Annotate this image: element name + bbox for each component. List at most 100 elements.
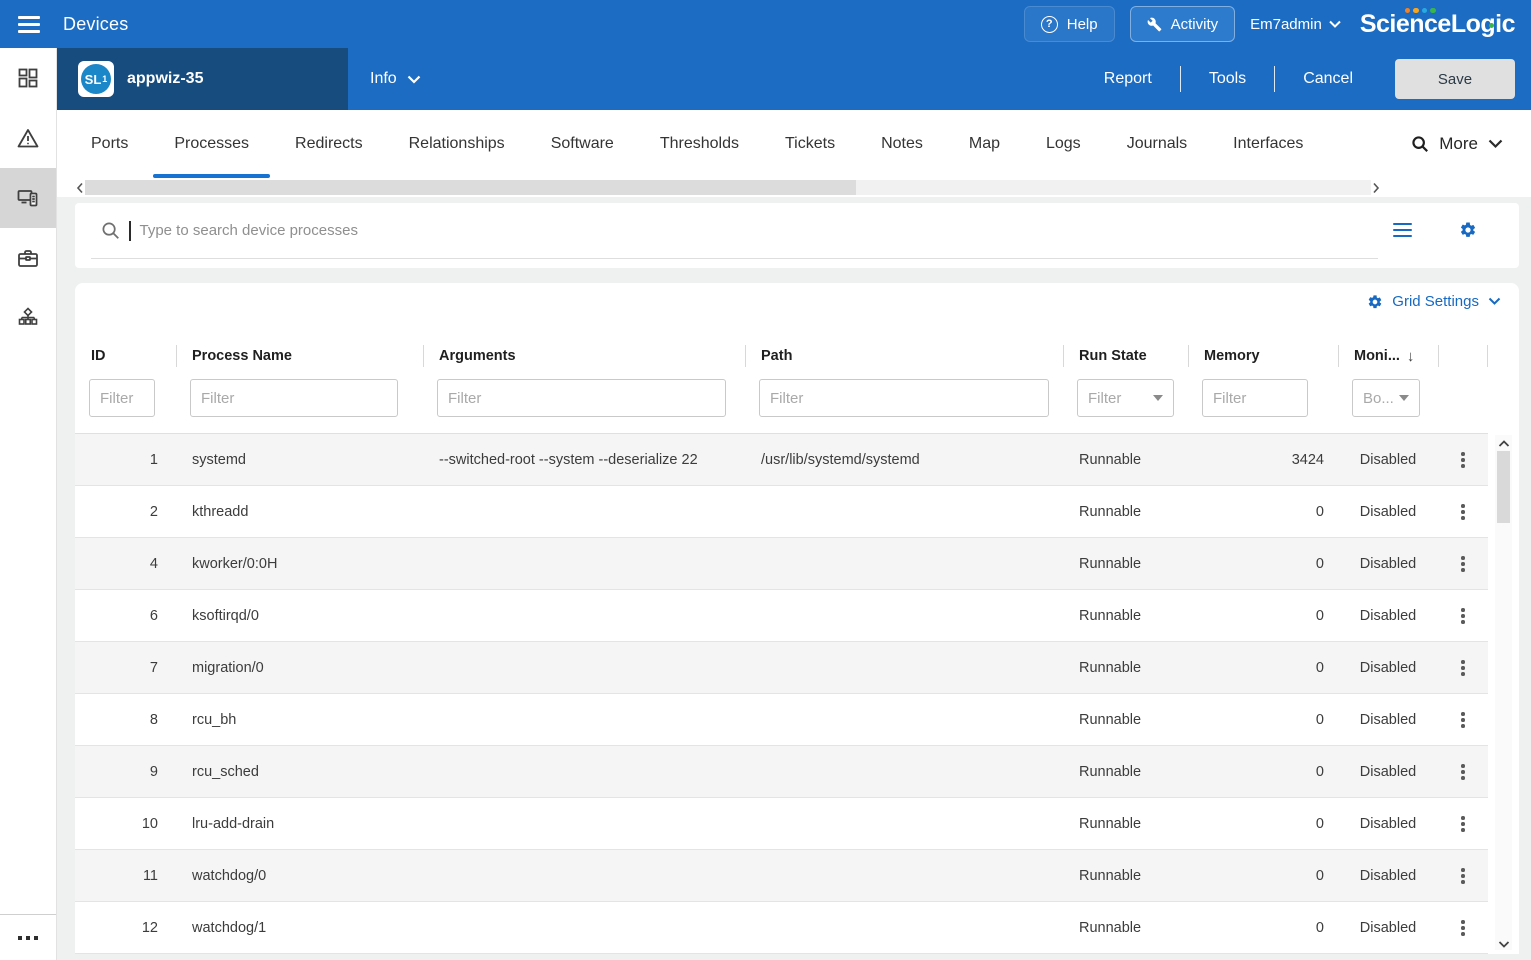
table-row[interactable]: 1systemd--switched-root --system --deser… [75,434,1488,486]
cell-monitored: Disabled [1338,764,1438,780]
table-row[interactable]: 11watchdog/0Runnable0Disabled [75,850,1488,902]
tab-ports[interactable]: Ports [91,110,128,178]
cell-memory: 0 [1188,608,1338,624]
hierarchy-icon [16,306,40,330]
cell-memory: 0 [1188,660,1338,676]
cell-monitored: Disabled [1338,712,1438,728]
settings-gear-icon[interactable] [1459,221,1477,239]
save-button[interactable]: Save [1395,59,1515,99]
search-input[interactable]: Type to search device processes [91,203,1378,259]
table-row[interactable]: 6ksoftirqd/0Runnable0Disabled [75,590,1488,642]
sidebar-item-dashboards[interactable] [0,48,56,108]
filter-input-name[interactable] [190,379,398,417]
activity-button[interactable]: Activity [1130,6,1236,42]
row-actions-kebab-icon[interactable] [1438,434,1488,486]
table-row[interactable]: 2kthreaddRunnable0Disabled [75,486,1488,538]
row-actions-kebab-icon[interactable] [1438,694,1488,746]
sidebar-item-devices[interactable] [0,168,56,228]
cell-name: watchdog/0 [176,868,423,884]
scroll-right-icon[interactable] [1371,178,1381,197]
ellipsis-icon [15,934,41,942]
device-identity: SL1 appwiz-35 [78,61,203,97]
filter-input-args[interactable] [437,379,726,417]
row-actions-kebab-icon[interactable] [1438,486,1488,538]
hamburger-menu-icon[interactable] [0,0,57,48]
divider [1180,66,1181,92]
table-row[interactable]: 9rcu_schedRunnable0Disabled [75,746,1488,798]
table-row[interactable]: 4kworker/0:0HRunnable0Disabled [75,538,1488,590]
filter-input-path[interactable] [759,379,1049,417]
table-filter-row: Filter Bo... [75,378,1488,418]
filter-input-memory[interactable] [1202,379,1308,417]
cell-run_state: Runnable [1063,816,1188,832]
horizontal-scroll-thumb[interactable] [85,180,856,195]
tab-processes[interactable]: Processes [174,110,249,178]
tools-button[interactable]: Tools [1203,70,1252,88]
table-row[interactable]: 10lru-add-drainRunnable0Disabled [75,798,1488,850]
vertical-scroll-thumb[interactable] [1497,451,1510,523]
column-header-name[interactable]: Process Name [176,340,423,372]
cell-memory: 0 [1188,816,1338,832]
cell-run_state: Runnable [1063,764,1188,780]
tab-software[interactable]: Software [551,110,614,178]
list-view-icon[interactable] [1393,223,1412,238]
cell-memory: 0 [1188,764,1338,780]
cell-run_state: Runnable [1063,452,1188,468]
cell-monitored: Disabled [1338,920,1438,936]
tab-redirects[interactable]: Redirects [295,110,363,178]
row-actions-kebab-icon[interactable] [1438,798,1488,850]
cancel-button[interactable]: Cancel [1297,70,1359,88]
tab-interfaces[interactable]: Interfaces [1233,110,1303,178]
top-navigation-bar: Devices ? Help Activity Em7admin Science… [0,0,1531,48]
info-dropdown[interactable]: Info [370,48,421,110]
report-button[interactable]: Report [1098,70,1158,88]
table-row[interactable]: 8rcu_bhRunnable0Disabled [75,694,1488,746]
scroll-down-icon[interactable] [1498,936,1510,950]
cell-path: /usr/lib/systemd/systemd [745,452,1063,468]
help-button[interactable]: ? Help [1024,6,1115,42]
tab-journals[interactable]: Journals [1127,110,1187,178]
tab-logs[interactable]: Logs [1046,110,1081,178]
filter-select-monitored[interactable]: Bo... [1352,379,1420,417]
table-row[interactable]: 12watchdog/1Runnable0Disabled [75,902,1488,954]
column-header-run_state[interactable]: Run State [1063,340,1188,372]
filter-select-run_state[interactable]: Filter [1077,379,1174,417]
row-actions-kebab-icon[interactable] [1438,538,1488,590]
tab-relationships[interactable]: Relationships [409,110,505,178]
cell-id: 7 [75,660,176,676]
row-actions-kebab-icon[interactable] [1438,902,1488,954]
column-header-id[interactable]: ID [75,340,176,372]
scroll-up-icon[interactable] [1498,435,1510,449]
grid-settings-dropdown[interactable]: Grid Settings [1367,293,1501,310]
user-menu[interactable]: Em7admin [1250,16,1341,33]
sidebar-item-business-services[interactable] [0,228,56,288]
horizontal-scroll-track[interactable] [85,180,1371,195]
sort-desc-icon: ↓ [1407,348,1415,365]
row-actions-kebab-icon[interactable] [1438,642,1488,694]
row-actions-kebab-icon[interactable] [1438,850,1488,902]
tab-notes[interactable]: Notes [881,110,923,178]
scroll-left-icon[interactable] [75,178,85,197]
cell-run_state: Runnable [1063,556,1188,572]
row-actions-kebab-icon[interactable] [1438,590,1488,642]
sidebar-item-maps[interactable] [0,288,56,348]
cell-memory: 0 [1188,556,1338,572]
column-header-memory[interactable]: Memory [1188,340,1338,372]
table-row[interactable]: 7migration/0Runnable0Disabled [75,642,1488,694]
device-type-badge: SL1 [78,61,114,97]
row-actions-kebab-icon[interactable] [1438,746,1488,798]
sidebar-more[interactable] [0,914,56,960]
tab-thresholds[interactable]: Thresholds [660,110,739,178]
cell-id: 10 [75,816,176,832]
tab-tickets[interactable]: Tickets [785,110,835,178]
column-header-args[interactable]: Arguments [423,340,745,372]
filter-input-id[interactable] [89,379,155,417]
tab-map[interactable]: Map [969,110,1000,178]
sidebar-item-events[interactable] [0,108,56,168]
cell-name: ksoftirqd/0 [176,608,423,624]
column-header-monitored[interactable]: Moni...↓ [1338,340,1438,372]
grid-settings-label: Grid Settings [1392,293,1479,310]
column-header-path[interactable]: Path [745,340,1063,372]
cell-id: 4 [75,556,176,572]
more-tabs-dropdown[interactable]: More [1411,110,1531,178]
